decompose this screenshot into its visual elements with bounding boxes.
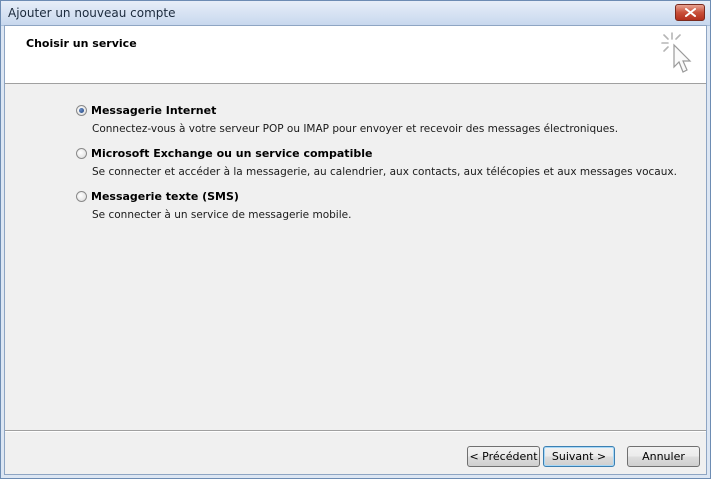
- option-description: Se connecter à un service de messagerie …: [92, 209, 352, 221]
- close-icon: [685, 8, 696, 17]
- option-label[interactable]: Messagerie Internet: [91, 104, 216, 117]
- page-title: Choisir un service: [26, 37, 137, 50]
- dialog-window: Ajouter un nouveau compte Choisir un ser…: [0, 0, 711, 479]
- option-label[interactable]: Microsoft Exchange ou un service compati…: [91, 147, 372, 160]
- next-button[interactable]: Suivant >: [543, 446, 615, 467]
- sparkle-cursor-icon: [661, 32, 692, 73]
- close-button[interactable]: [675, 4, 705, 21]
- option-label[interactable]: Messagerie texte (SMS): [91, 190, 239, 203]
- option-description: Connectez-vous à votre serveur POP ou IM…: [92, 123, 619, 135]
- wizard-header: Choisir un service: [5, 26, 706, 84]
- option-description: Se connecter et accéder à la messagerie,…: [92, 166, 677, 178]
- radio-exchange[interactable]: [76, 148, 87, 159]
- service-options: Messagerie Internet Connectez-vous à vot…: [5, 84, 706, 430]
- footer-divider: [5, 430, 706, 432]
- window-title: Ajouter un nouveau compte: [8, 6, 176, 20]
- title-bar[interactable]: Ajouter un nouveau compte: [1, 1, 710, 26]
- radio-sms[interactable]: [76, 191, 87, 202]
- back-button[interactable]: < Précédent: [467, 446, 540, 467]
- cancel-button[interactable]: Annuler: [627, 446, 700, 467]
- radio-internet-mail[interactable]: [76, 105, 87, 116]
- dialog-frame: Choisir un service Messagerie Internet C…: [4, 25, 707, 475]
